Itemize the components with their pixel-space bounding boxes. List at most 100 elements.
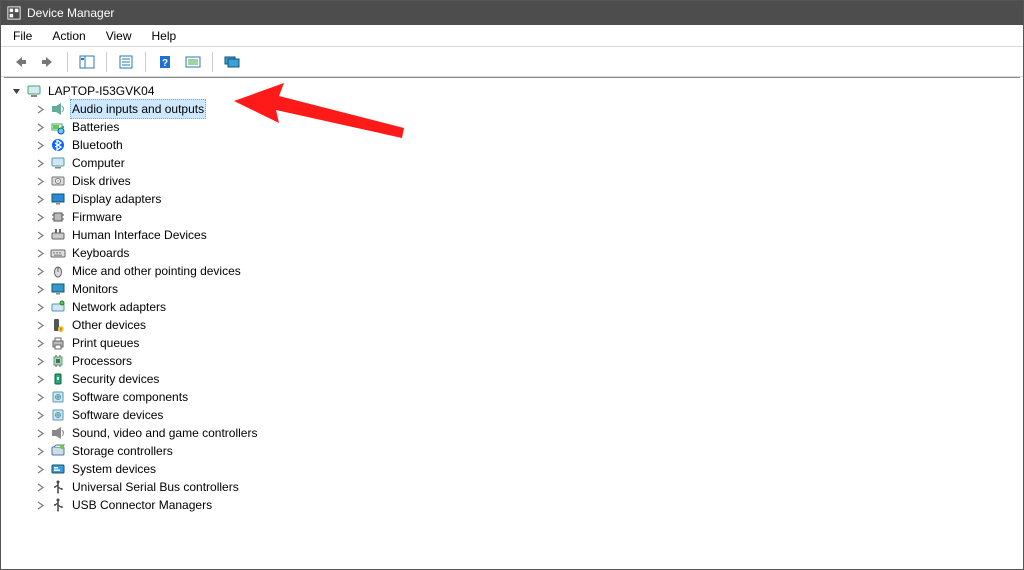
chevron-right-icon[interactable] <box>34 355 46 367</box>
tree-item[interactable]: Human Interface Devices <box>6 226 1018 244</box>
toolbar: ? <box>1 47 1023 77</box>
tree-item-label: Universal Serial Bus controllers <box>70 478 241 496</box>
chevron-right-icon[interactable] <box>34 193 46 205</box>
chevron-right-icon[interactable] <box>34 211 46 223</box>
hid-icon <box>50 227 66 243</box>
tree-item[interactable]: Batteries <box>6 118 1018 136</box>
tree-item-label: Audio inputs and outputs <box>70 99 206 119</box>
scan-hardware-button[interactable] <box>180 50 206 74</box>
computer-icon <box>50 155 66 171</box>
software-icon <box>50 407 66 423</box>
tree-item[interactable]: Monitors <box>6 280 1018 298</box>
toolbar-separator <box>145 52 146 72</box>
nav-forward-button[interactable] <box>35 50 61 74</box>
toolbar-separator <box>212 52 213 72</box>
battery-icon <box>50 119 66 135</box>
chevron-right-icon[interactable] <box>34 283 46 295</box>
tree-item-label: Display adapters <box>70 190 163 208</box>
root-label: LAPTOP-I53GVK04 <box>46 82 157 100</box>
tree-pane[interactable]: LAPTOP-I53GVK04 Audio inputs and outputs… <box>4 77 1020 566</box>
speaker-icon <box>50 101 66 117</box>
tree-item[interactable]: Disk drives <box>6 172 1018 190</box>
tree-item-label: Monitors <box>70 280 120 298</box>
tree-item[interactable]: Processors <box>6 352 1018 370</box>
tree-children: Audio inputs and outputsBatteriesBluetoo… <box>6 100 1018 514</box>
toolbar-separator <box>67 52 68 72</box>
bluetooth-icon <box>50 137 66 153</box>
tree-item-label: Print queues <box>70 334 141 352</box>
tree-item[interactable]: !Other devices <box>6 316 1018 334</box>
tree-item[interactable]: Audio inputs and outputs <box>6 100 1018 118</box>
tree-item[interactable]: Storage controllers <box>6 442 1018 460</box>
chevron-right-icon[interactable] <box>34 427 46 439</box>
chevron-right-icon[interactable] <box>34 247 46 259</box>
show-hide-tree-button[interactable] <box>74 50 100 74</box>
chevron-right-icon[interactable] <box>34 409 46 421</box>
tree-item[interactable]: Bluetooth <box>6 136 1018 154</box>
nav-back-button[interactable] <box>7 50 33 74</box>
tree-item[interactable]: Security devices <box>6 370 1018 388</box>
network-icon <box>50 299 66 315</box>
chevron-right-icon[interactable] <box>34 265 46 277</box>
devices-monitors-button[interactable] <box>219 50 245 74</box>
menu-action[interactable]: Action <box>44 27 93 45</box>
tree-item-label: Firmware <box>70 208 124 226</box>
tree-item[interactable]: Mice and other pointing devices <box>6 262 1018 280</box>
properties-button[interactable] <box>113 50 139 74</box>
title-bar: Device Manager <box>1 1 1023 25</box>
chevron-right-icon[interactable] <box>34 373 46 385</box>
tree-item-label: Computer <box>70 154 127 172</box>
sound-icon <box>50 425 66 441</box>
chevron-right-icon[interactable] <box>34 445 46 457</box>
tree-item[interactable]: Software devices <box>6 406 1018 424</box>
chevron-right-icon[interactable] <box>34 319 46 331</box>
tree-root[interactable]: LAPTOP-I53GVK04 <box>6 82 1018 100</box>
usb-icon <box>50 497 66 513</box>
tree-item-label: Storage controllers <box>70 442 175 460</box>
computer-icon <box>26 83 42 99</box>
tree-item[interactable]: Firmware <box>6 208 1018 226</box>
tree-item[interactable]: Universal Serial Bus controllers <box>6 478 1018 496</box>
tree-item-label: Other devices <box>70 316 148 334</box>
svg-text:?: ? <box>162 58 168 69</box>
help-button[interactable]: ? <box>152 50 178 74</box>
tree-item-label: System devices <box>70 460 158 478</box>
menu-help[interactable]: Help <box>144 27 185 45</box>
system-icon <box>50 461 66 477</box>
tree-item-label: Bluetooth <box>70 136 125 154</box>
tree-item-label: Human Interface Devices <box>70 226 209 244</box>
chevron-right-icon[interactable] <box>34 121 46 133</box>
chevron-right-icon[interactable] <box>34 301 46 313</box>
tree-item[interactable]: Keyboards <box>6 244 1018 262</box>
storage-icon <box>50 443 66 459</box>
printer-icon <box>50 335 66 351</box>
menu-file[interactable]: File <box>5 27 40 45</box>
chevron-right-icon[interactable] <box>34 157 46 169</box>
chevron-right-icon[interactable] <box>34 499 46 511</box>
chevron-right-icon[interactable] <box>34 229 46 241</box>
chevron-down-icon[interactable] <box>10 85 22 97</box>
tree-item[interactable]: Computer <box>6 154 1018 172</box>
chevron-right-icon[interactable] <box>34 139 46 151</box>
disk-icon <box>50 173 66 189</box>
tree-item[interactable]: Sound, video and game controllers <box>6 424 1018 442</box>
chevron-right-icon[interactable] <box>34 337 46 349</box>
menu-view[interactable]: View <box>98 27 140 45</box>
chevron-right-icon[interactable] <box>34 103 46 115</box>
security-icon <box>50 371 66 387</box>
chevron-right-icon[interactable] <box>34 175 46 187</box>
tree-item[interactable]: USB Connector Managers <box>6 496 1018 514</box>
mouse-icon <box>50 263 66 279</box>
tree-item[interactable]: Display adapters <box>6 190 1018 208</box>
tree-item[interactable]: Network adapters <box>6 298 1018 316</box>
toolbar-separator <box>106 52 107 72</box>
tree-item[interactable]: Software components <box>6 388 1018 406</box>
tree-item-label: Disk drives <box>70 172 133 190</box>
tree-item[interactable]: System devices <box>6 460 1018 478</box>
tree-item[interactable]: Print queues <box>6 334 1018 352</box>
tree-item-label: USB Connector Managers <box>70 496 214 514</box>
chevron-right-icon[interactable] <box>34 463 46 475</box>
chevron-right-icon[interactable] <box>34 481 46 493</box>
chevron-right-icon[interactable] <box>34 391 46 403</box>
app-icon <box>7 6 21 20</box>
